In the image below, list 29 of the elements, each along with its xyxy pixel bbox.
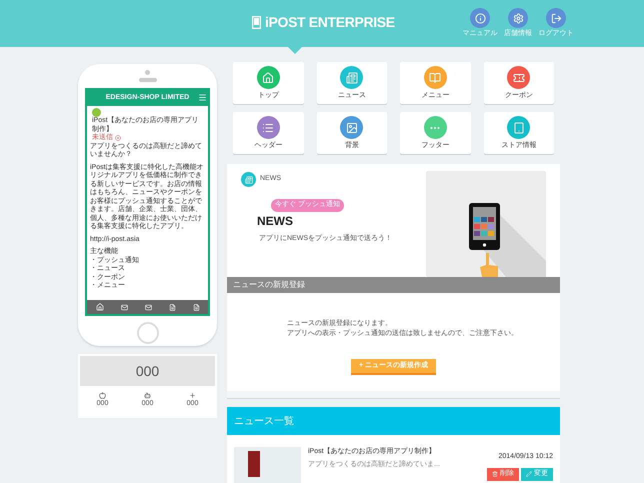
coupon-icon [512,72,525,84]
thumbnail-placeholder [234,447,301,483]
settings-icon [512,12,524,24]
document-icon[interactable] [168,304,176,310]
section-title: ニュースの新規登録 [233,279,305,291]
list-title: ニュース一覧 [234,414,294,428]
image-icon [346,122,358,134]
menu-icon [198,93,207,102]
apple-icon [99,392,106,399]
book-icon [429,72,442,84]
pencil-icon [526,471,532,477]
trash-icon [492,471,498,477]
logout-icon [550,12,562,24]
news-heading: NEWS [257,212,294,230]
plus-icon [189,392,196,399]
robot-icon [144,392,151,399]
info-icon [474,12,486,24]
home-icon [262,72,274,84]
logo-text: iPOST ENTERPRISE [265,13,395,32]
page-icon[interactable] [192,304,200,310]
cross-icon [115,135,121,142]
news-icon [346,72,358,84]
newspaper-icon [244,176,252,184]
mail-icon[interactable] [120,304,128,310]
home-icon[interactable] [96,303,104,311]
tablet-icon [512,122,525,134]
envelope-icon[interactable] [144,304,152,310]
logo-icon [252,16,261,29]
total-count: 000 [80,356,215,386]
